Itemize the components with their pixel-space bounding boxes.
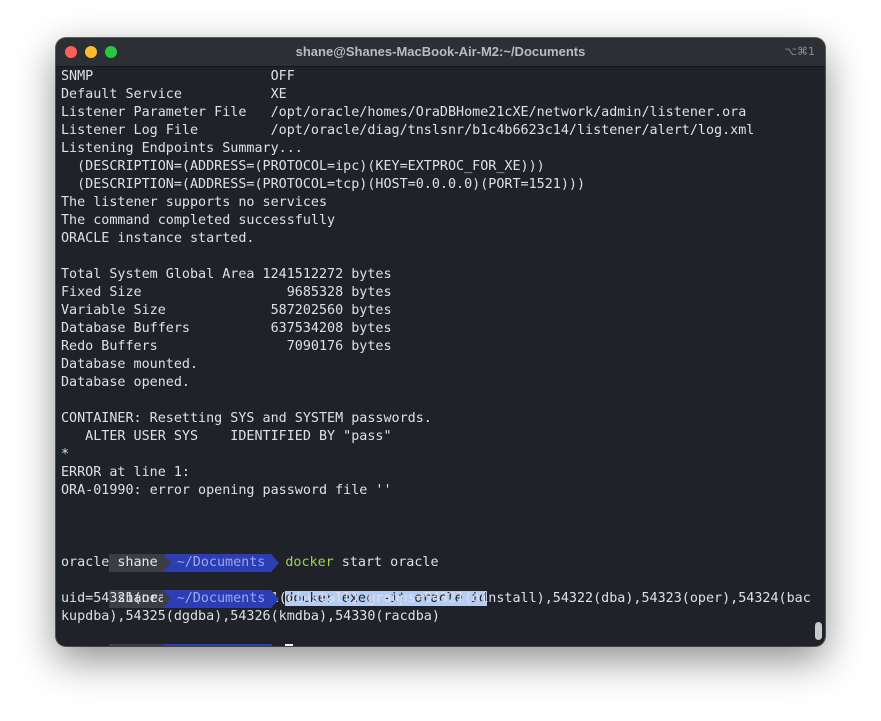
command-name: docker <box>285 555 334 570</box>
log-line: Default Service XE <box>61 87 287 102</box>
prompt-line: shane~/Documents <box>61 626 811 646</box>
log-line: Database opened. <box>61 375 190 390</box>
prompt-user: shane <box>109 644 163 646</box>
window-title: shane@Shanes-MacBook-Air-M2:~/Documents <box>295 44 586 59</box>
log-line: ERROR at line 1: <box>61 465 190 480</box>
text-cursor <box>285 644 294 646</box>
log-line: Database Buffers 637534208 bytes <box>61 321 392 336</box>
log-line: CONTAINER: Resetting SYS and SYSTEM pass… <box>61 411 432 426</box>
prompt-directory: ~/Documents <box>162 644 280 646</box>
terminal-output[interactable]: SNMP OFF Default Service XE Listener Param… <box>61 68 811 646</box>
log-output: SNMP OFF Default Service XE Listener Param… <box>61 68 811 536</box>
log-line: ALTER USER SYS IDENTIFIED BY "pass" <box>61 429 392 444</box>
log-line: ORACLE instance started. <box>61 231 255 246</box>
log-line: Variable Size 587202560 bytes <box>61 303 392 318</box>
log-line: The listener supports no services <box>61 195 328 210</box>
window-shortcut: ⌥⌘1 <box>784 45 815 58</box>
prompt-directory: ~/Documents <box>162 554 280 572</box>
shell-prompt: shane~/Documents <box>109 644 285 646</box>
scrollbar-thumb[interactable] <box>815 622 822 640</box>
prompt-line: shane ~/Documents docker exec -it oracle i… <box>61 572 811 608</box>
terminal-window: shane@Shanes-MacBook-Air-M2:~/Documents … <box>56 38 825 646</box>
log-line: Total System Global Area 1241512272 byte… <box>61 267 392 282</box>
log-line: Listener Parameter File /opt/oracle/home… <box>61 105 747 120</box>
scrollbar[interactable] <box>815 68 823 644</box>
prompt-user: shane <box>109 554 163 572</box>
log-line: * <box>61 447 70 462</box>
log-line: (DESCRIPTION=(ADDRESS=(PROTOCOL=tcp)(HOS… <box>61 177 586 192</box>
log-line: Redo Buffers 7090176 bytes <box>61 339 392 354</box>
log-line: SNMP OFF <box>61 69 295 84</box>
log-line: Database mounted. <box>61 357 199 372</box>
log-line: Fixed Size 9685328 bytes <box>61 285 392 300</box>
shell-prompt: shane~/Documents <box>109 554 285 572</box>
log-line: Listening Endpoints Summary... <box>61 141 303 156</box>
log-line: Listener Log File /opt/oracle/diag/tnsls… <box>61 123 755 138</box>
log-line: The command completed successfully <box>61 213 336 228</box>
title-bar: shane@Shanes-MacBook-Air-M2:~/Documents … <box>56 38 825 67</box>
log-line: ORA-01990: error opening password file '… <box>61 483 392 498</box>
prompt-directory: ~/Documents <box>162 590 280 608</box>
prompt-line: shane ~/Documents docker start oracle <box>61 536 811 572</box>
command-args: start oracle <box>333 555 439 570</box>
log-line: (DESCRIPTION=(ADDRESS=(PROTOCOL=ipc)(KEY… <box>61 159 545 174</box>
command-output: kupdba),54325(dgdba),54326(kmdba),54330(… <box>61 609 440 624</box>
